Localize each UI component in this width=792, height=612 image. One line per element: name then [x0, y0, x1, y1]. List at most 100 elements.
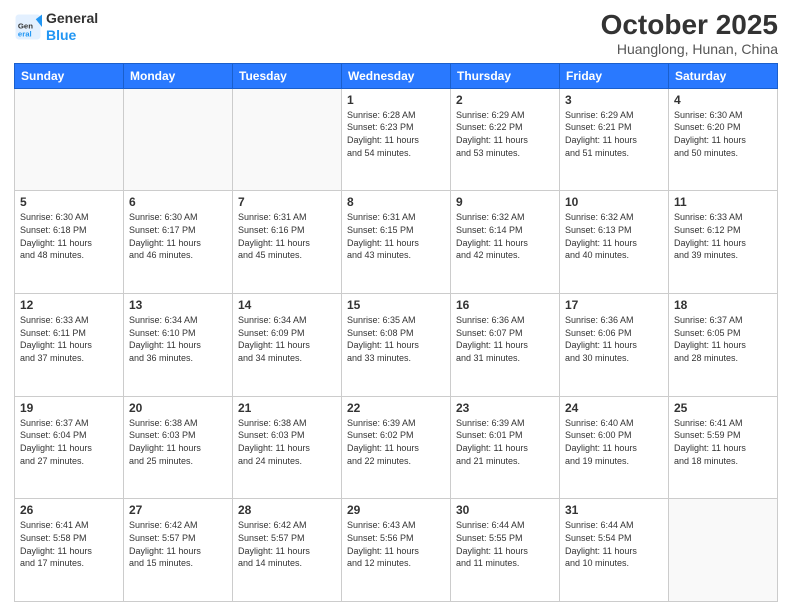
day-info: Sunrise: 6:34 AM Sunset: 6:09 PM Dayligh… [238, 314, 336, 364]
day-number: 20 [129, 401, 227, 415]
calendar-cell: 25Sunrise: 6:41 AM Sunset: 5:59 PM Dayli… [669, 396, 778, 499]
calendar-cell: 1Sunrise: 6:28 AM Sunset: 6:23 PM Daylig… [342, 88, 451, 191]
weekday-tuesday: Tuesday [233, 63, 342, 88]
calendar-cell: 16Sunrise: 6:36 AM Sunset: 6:07 PM Dayli… [451, 294, 560, 397]
week-row-3: 19Sunrise: 6:37 AM Sunset: 6:04 PM Dayli… [15, 396, 778, 499]
day-number: 13 [129, 298, 227, 312]
day-number: 9 [456, 195, 554, 209]
day-number: 26 [20, 503, 118, 517]
day-info: Sunrise: 6:36 AM Sunset: 6:06 PM Dayligh… [565, 314, 663, 364]
header: Gen eral General Blue October 2025 Huang… [14, 10, 778, 57]
weekday-header-row: SundayMondayTuesdayWednesdayThursdayFrid… [15, 63, 778, 88]
calendar-cell: 7Sunrise: 6:31 AM Sunset: 6:16 PM Daylig… [233, 191, 342, 294]
day-number: 25 [674, 401, 772, 415]
calendar-cell: 29 Sunrise: 6:43 AM Sunset: 5:56 PM Dayli… [342, 499, 451, 602]
month-title: October 2025 [601, 10, 778, 41]
day-info: Sunrise: 6:33 AM Sunset: 6:11 PM Dayligh… [20, 314, 118, 364]
day-info: Sunrise: 6:41 AM Sunset: 5:58 PM Dayligh… [20, 519, 118, 569]
day-info: Sunrise: 6:31 AM Sunset: 6:16 PM Dayligh… [238, 211, 336, 261]
day-info: Sunrise: 6:37 AM Sunset: 6:05 PM Dayligh… [674, 314, 772, 364]
calendar-cell [669, 499, 778, 602]
calendar-cell: 14 Sunrise: 6:34 AM Sunset: 6:09 PM Dayli… [233, 294, 342, 397]
logo-line1: General [46, 10, 98, 27]
calendar-cell: 27Sunrise: 6:42 AM Sunset: 5:57 PM Dayli… [124, 499, 233, 602]
day-info: Sunrise: 6:29 AM Sunset: 6:21 PM Dayligh… [565, 109, 663, 159]
day-info: Sunrise: 6:42 AM Sunset: 5:57 PM Dayligh… [238, 519, 336, 569]
day-info: Sunrise: 6:43 AM Sunset: 5:56 PM Dayligh… [347, 519, 445, 569]
day-info: Sunrise: 6:30 AM Sunset: 6:20 PM Dayligh… [674, 109, 772, 159]
calendar-cell: 15 Sunrise: 6:35 AM Sunset: 6:08 PM Dayli… [342, 294, 451, 397]
calendar-cell [124, 88, 233, 191]
day-number: 8 [347, 195, 445, 209]
day-number: 22 [347, 401, 445, 415]
calendar-cell: 18 Sunrise: 6:37 AM Sunset: 6:05 PM Dayli… [669, 294, 778, 397]
weekday-saturday: Saturday [669, 63, 778, 88]
calendar-cell: 3 Sunrise: 6:29 AM Sunset: 6:21 PM Daylig… [560, 88, 669, 191]
day-number: 11 [674, 195, 772, 209]
calendar-cell: 4Sunrise: 6:30 AM Sunset: 6:20 PM Daylig… [669, 88, 778, 191]
calendar-cell: 24 Sunrise: 6:40 AM Sunset: 6:00 PM Dayli… [560, 396, 669, 499]
weekday-monday: Monday [124, 63, 233, 88]
calendar-cell: 26 Sunrise: 6:41 AM Sunset: 5:58 PM Dayli… [15, 499, 124, 602]
calendar-cell: 17 Sunrise: 6:36 AM Sunset: 6:06 PM Dayli… [560, 294, 669, 397]
calendar-cell: 19Sunrise: 6:37 AM Sunset: 6:04 PM Dayli… [15, 396, 124, 499]
calendar-cell: 28Sunrise: 6:42 AM Sunset: 5:57 PM Dayli… [233, 499, 342, 602]
day-info: Sunrise: 6:33 AM Sunset: 6:12 PM Dayligh… [674, 211, 772, 261]
calendar-cell [233, 88, 342, 191]
page: Gen eral General Blue October 2025 Huang… [0, 0, 792, 612]
day-number: 6 [129, 195, 227, 209]
day-number: 5 [20, 195, 118, 209]
day-info: Sunrise: 6:29 AM Sunset: 6:22 PM Dayligh… [456, 109, 554, 159]
day-info: Sunrise: 6:44 AM Sunset: 5:54 PM Dayligh… [565, 519, 663, 569]
week-row-4: 26 Sunrise: 6:41 AM Sunset: 5:58 PM Dayli… [15, 499, 778, 602]
day-info: Sunrise: 6:30 AM Sunset: 6:17 PM Dayligh… [129, 211, 227, 261]
day-number: 30 [456, 503, 554, 517]
calendar-cell: 11 Sunrise: 6:33 AM Sunset: 6:12 PM Dayli… [669, 191, 778, 294]
calendar-cell: 10 Sunrise: 6:32 AM Sunset: 6:13 PM Dayli… [560, 191, 669, 294]
day-number: 10 [565, 195, 663, 209]
calendar-cell: 21 Sunrise: 6:38 AM Sunset: 6:03 PM Dayli… [233, 396, 342, 499]
calendar-cell [15, 88, 124, 191]
day-number: 29 [347, 503, 445, 517]
day-number: 18 [674, 298, 772, 312]
calendar-cell: 12Sunrise: 6:33 AM Sunset: 6:11 PM Dayli… [15, 294, 124, 397]
day-info: Sunrise: 6:38 AM Sunset: 6:03 PM Dayligh… [238, 417, 336, 467]
logo-text: General Blue [46, 10, 98, 44]
title-block: October 2025 Huanglong, Hunan, China [601, 10, 778, 57]
day-info: Sunrise: 6:40 AM Sunset: 6:00 PM Dayligh… [565, 417, 663, 467]
day-number: 3 [565, 93, 663, 107]
day-info: Sunrise: 6:34 AM Sunset: 6:10 PM Dayligh… [129, 314, 227, 364]
day-number: 17 [565, 298, 663, 312]
day-number: 14 [238, 298, 336, 312]
day-info: Sunrise: 6:44 AM Sunset: 5:55 PM Dayligh… [456, 519, 554, 569]
day-info: Sunrise: 6:37 AM Sunset: 6:04 PM Dayligh… [20, 417, 118, 467]
day-info: Sunrise: 6:39 AM Sunset: 6:01 PM Dayligh… [456, 417, 554, 467]
weekday-sunday: Sunday [15, 63, 124, 88]
calendar-cell: 5 Sunrise: 6:30 AM Sunset: 6:18 PM Daylig… [15, 191, 124, 294]
weekday-wednesday: Wednesday [342, 63, 451, 88]
day-number: 21 [238, 401, 336, 415]
day-number: 31 [565, 503, 663, 517]
calendar-cell: 20Sunrise: 6:38 AM Sunset: 6:03 PM Dayli… [124, 396, 233, 499]
calendar-cell: 31 Sunrise: 6:44 AM Sunset: 5:54 PM Dayli… [560, 499, 669, 602]
day-info: Sunrise: 6:30 AM Sunset: 6:18 PM Dayligh… [20, 211, 118, 261]
day-info: Sunrise: 6:35 AM Sunset: 6:08 PM Dayligh… [347, 314, 445, 364]
logo-line2: Blue [46, 27, 98, 44]
day-number: 15 [347, 298, 445, 312]
calendar-cell: 6 Sunrise: 6:30 AM Sunset: 6:17 PM Daylig… [124, 191, 233, 294]
calendar-cell: 2 Sunrise: 6:29 AM Sunset: 6:22 PM Daylig… [451, 88, 560, 191]
weekday-thursday: Thursday [451, 63, 560, 88]
logo-icon: Gen eral [14, 13, 42, 41]
day-info: Sunrise: 6:31 AM Sunset: 6:15 PM Dayligh… [347, 211, 445, 261]
day-info: Sunrise: 6:42 AM Sunset: 5:57 PM Dayligh… [129, 519, 227, 569]
week-row-2: 12Sunrise: 6:33 AM Sunset: 6:11 PM Dayli… [15, 294, 778, 397]
week-row-1: 5 Sunrise: 6:30 AM Sunset: 6:18 PM Daylig… [15, 191, 778, 294]
day-number: 2 [456, 93, 554, 107]
day-info: Sunrise: 6:32 AM Sunset: 6:13 PM Dayligh… [565, 211, 663, 261]
day-info: Sunrise: 6:32 AM Sunset: 6:14 PM Dayligh… [456, 211, 554, 261]
day-number: 1 [347, 93, 445, 107]
calendar-cell: 23Sunrise: 6:39 AM Sunset: 6:01 PM Dayli… [451, 396, 560, 499]
calendar-cell: 22Sunrise: 6:39 AM Sunset: 6:02 PM Dayli… [342, 396, 451, 499]
weekday-friday: Friday [560, 63, 669, 88]
day-number: 24 [565, 401, 663, 415]
